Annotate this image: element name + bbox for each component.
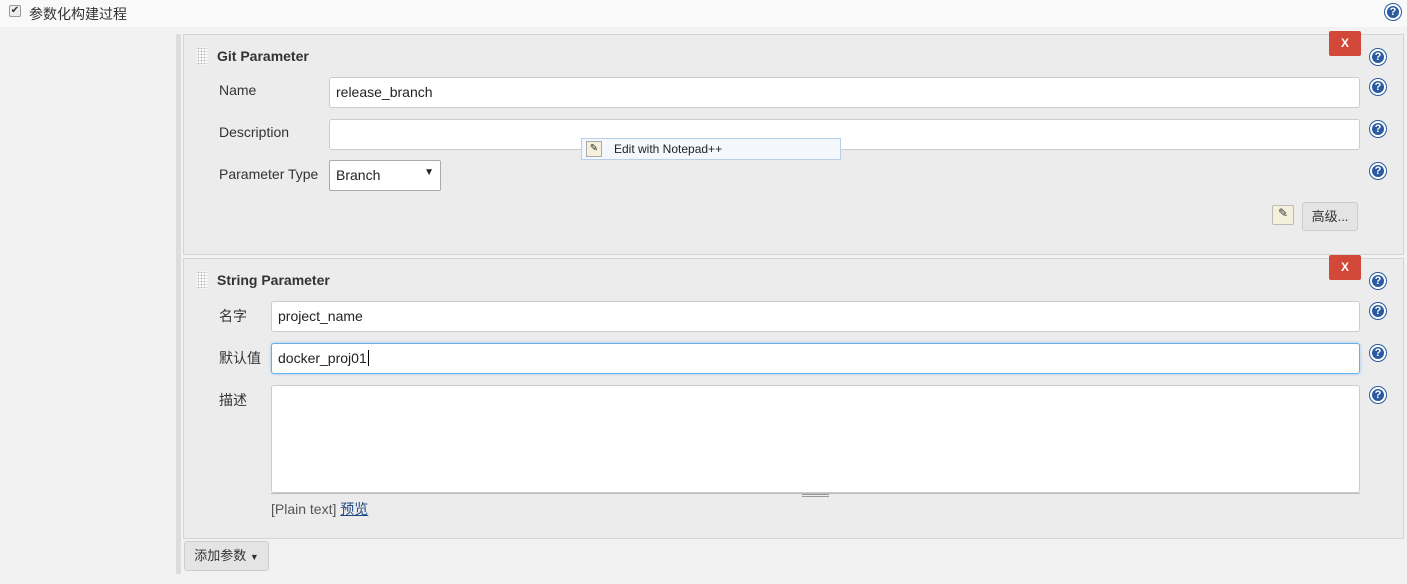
tooltip-label: Edit with Notepad++	[614, 142, 723, 156]
section-rail	[176, 34, 181, 574]
help-icon[interactable]: ?	[1370, 49, 1386, 65]
help-icon[interactable]: ?	[1370, 273, 1386, 289]
parameterized-checkbox[interactable]: ✔	[9, 5, 21, 17]
select-value: Branch	[336, 167, 381, 183]
name-input[interactable]: project_name	[271, 301, 1360, 332]
add-parameter-label: 添加参数	[194, 548, 247, 563]
description-input[interactable]	[329, 119, 1360, 150]
help-icon[interactable]: ?	[1370, 163, 1386, 179]
description-label: 描述	[219, 392, 247, 408]
help-icon[interactable]: ?	[1370, 303, 1386, 319]
caret-down-icon: ▼	[249, 552, 259, 562]
default-value-label: 默认值	[219, 350, 261, 366]
resize-grip-icon	[802, 494, 829, 497]
textarea-resize-bar[interactable]	[271, 493, 1360, 497]
drag-handle-icon[interactable]	[197, 271, 207, 289]
help-icon[interactable]: ?	[1370, 345, 1386, 361]
text-cursor	[367, 350, 369, 366]
parameter-type-select[interactable]: Branch ▼	[329, 160, 441, 191]
preview-link[interactable]: 预览	[340, 501, 368, 517]
drag-handle-icon[interactable]	[197, 47, 207, 65]
name-label: 名字	[219, 308, 247, 324]
panel-title: Git Parameter	[217, 48, 309, 64]
advanced-button[interactable]: 高级...	[1302, 202, 1358, 231]
delete-button[interactable]: X	[1329, 31, 1361, 56]
help-icon[interactable]: ?	[1385, 4, 1401, 20]
default-value-input[interactable]: docker_proj01	[271, 343, 1360, 374]
header-bar	[0, 0, 1407, 27]
notepad-icon[interactable]: ✎	[1272, 205, 1294, 225]
description-label: Description	[219, 124, 290, 140]
parameter-type-label: Parameter Type	[219, 166, 319, 182]
help-icon[interactable]: ?	[1370, 121, 1386, 137]
help-icon[interactable]: ?	[1370, 79, 1386, 95]
format-label: [Plain text]	[271, 501, 337, 517]
input-value: docker_proj01	[278, 350, 367, 366]
name-label: Name	[219, 82, 257, 98]
description-textarea[interactable]	[271, 385, 1360, 493]
notepad-icon: ✎	[586, 141, 602, 157]
add-parameter-button[interactable]: 添加参数 ▼	[184, 541, 269, 571]
delete-button[interactable]: X	[1329, 255, 1361, 280]
name-input[interactable]: release_branch	[329, 77, 1360, 108]
panel-title: String Parameter	[217, 272, 330, 288]
notepad-tooltip[interactable]: ✎ Edit with Notepad++	[581, 138, 841, 160]
parameterized-label: 参数化构建过程	[29, 6, 127, 22]
chevron-down-icon: ▼	[424, 167, 434, 178]
help-icon[interactable]: ?	[1370, 387, 1386, 403]
